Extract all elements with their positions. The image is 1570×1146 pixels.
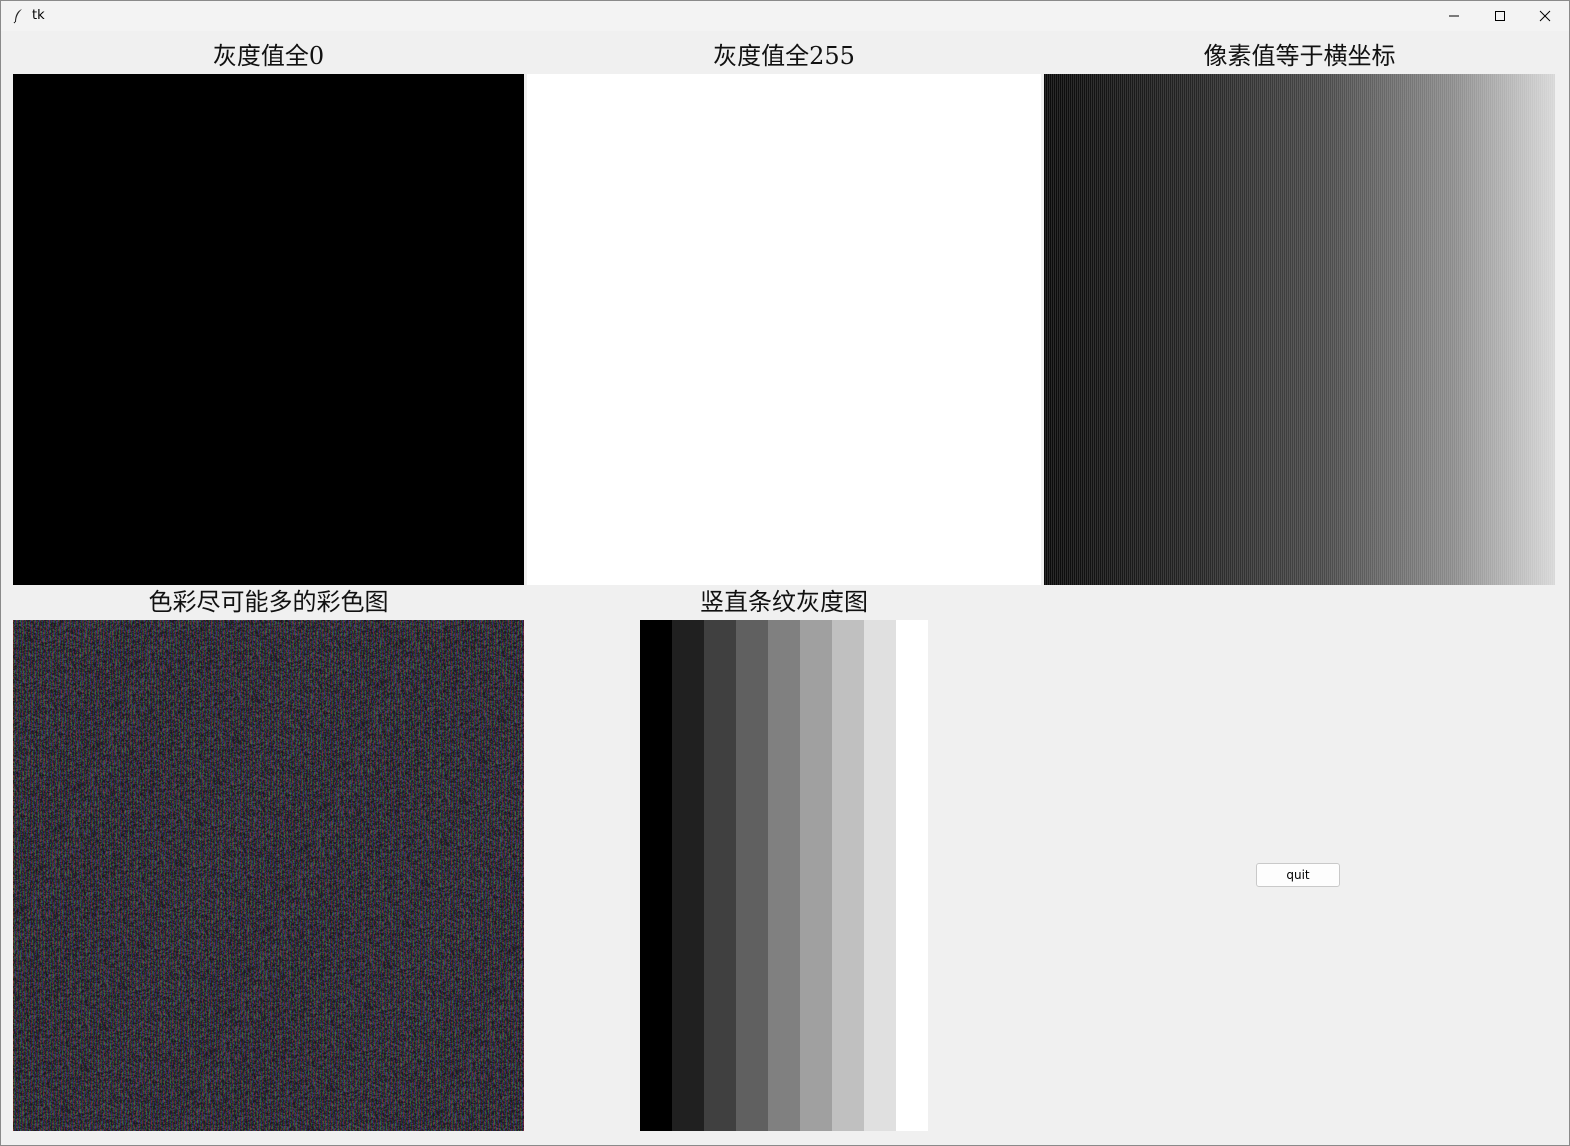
caption-white: 灰度值全255: [713, 42, 855, 70]
black-image: [13, 74, 524, 585]
window-title: tk: [32, 8, 45, 23]
stripe-6: [832, 620, 864, 1131]
stripe-2: [704, 620, 736, 1131]
maximize-icon: [1495, 11, 1505, 21]
caption-black: 灰度值全0: [212, 42, 325, 70]
stripe-5: [800, 620, 832, 1131]
stripe-7: [864, 620, 896, 1131]
white-image: [527, 74, 1041, 585]
stripe-4: [768, 620, 800, 1131]
caption-color: 色彩尽可能多的彩色图: [148, 588, 389, 616]
quit-button[interactable]: quit: [1256, 863, 1340, 887]
minimize-icon: [1449, 15, 1459, 17]
color-noise-canvas: [13, 620, 524, 1131]
color-noise-image: [13, 620, 524, 1131]
title-bar[interactable]: tk: [1, 1, 1569, 31]
maximize-button[interactable]: [1477, 1, 1523, 31]
close-button[interactable]: [1522, 1, 1568, 31]
stripe-3: [736, 620, 768, 1131]
stripe-1: [672, 620, 704, 1131]
close-icon: [1539, 10, 1551, 22]
stripe-0: [640, 620, 672, 1131]
stripe-8: [896, 620, 928, 1131]
caption-gradient: 像素值等于横坐标: [1203, 42, 1396, 70]
tk-feather-icon: [13, 9, 22, 24]
minimize-button[interactable]: [1431, 1, 1477, 31]
stripes-image: [640, 620, 928, 1131]
caption-stripes: 竖直条纹灰度图: [700, 588, 868, 616]
gradient-image: [1044, 74, 1555, 585]
